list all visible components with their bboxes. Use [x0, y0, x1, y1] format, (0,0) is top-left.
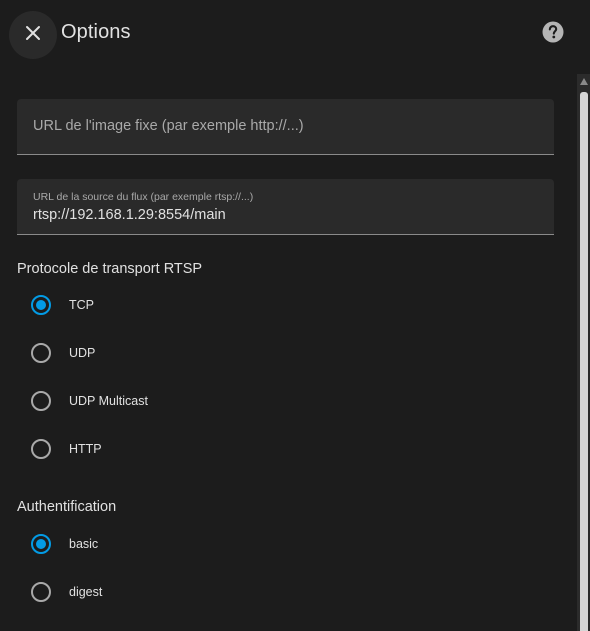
radio-button[interactable]: [31, 582, 51, 602]
radio-option-digest[interactable]: digest: [22, 572, 322, 612]
radio-label: digest: [69, 585, 103, 599]
scrollbar-thumb[interactable]: [580, 92, 588, 631]
stream-source-url-field[interactable]: URL de la source du flux (par exemple rt…: [17, 179, 554, 235]
scroll-up-arrow-icon[interactable]: [580, 78, 588, 85]
help-circle-icon: [542, 21, 564, 48]
stream-source-url-label: URL de la source du flux (par exemple rt…: [33, 191, 254, 203]
radio-button-checked[interactable]: [31, 295, 51, 315]
dialog-title: Options: [61, 21, 131, 43]
radio-button[interactable]: [31, 391, 51, 411]
radio-button[interactable]: [31, 343, 51, 363]
still-image-url-field[interactable]: URL de l'image fixe (par exemple http://…: [17, 99, 554, 155]
radio-button[interactable]: [31, 439, 51, 459]
radio-label: HTTP: [69, 442, 102, 456]
radio-label: basic: [69, 537, 99, 551]
radio-label: UDP Multicast: [69, 394, 148, 408]
still-image-url-placeholder: URL de l'image fixe (par exemple http://…: [33, 118, 304, 134]
radio-option-basic[interactable]: basic: [22, 524, 322, 564]
radio-option-udp-multicast[interactable]: UDP Multicast: [22, 381, 322, 421]
options-dialog: Options URL de l'image fixe (par exemple…: [0, 0, 590, 631]
radio-label: UDP: [69, 346, 96, 360]
radio-label: TCP: [69, 298, 94, 312]
dialog-header: Options: [0, 0, 590, 68]
help-button[interactable]: [540, 21, 565, 48]
close-icon: [25, 25, 41, 46]
close-button[interactable]: [9, 11, 57, 59]
stream-source-url-input[interactable]: [33, 207, 533, 223]
radio-option-http[interactable]: HTTP: [22, 429, 322, 469]
radio-option-tcp[interactable]: TCP: [22, 285, 322, 325]
radio-button-checked[interactable]: [31, 534, 51, 554]
radio-option-udp[interactable]: UDP: [22, 333, 322, 373]
rtsp-transport-label: Protocole de transport RTSP: [17, 261, 203, 277]
authentication-label: Authentification: [17, 499, 117, 515]
